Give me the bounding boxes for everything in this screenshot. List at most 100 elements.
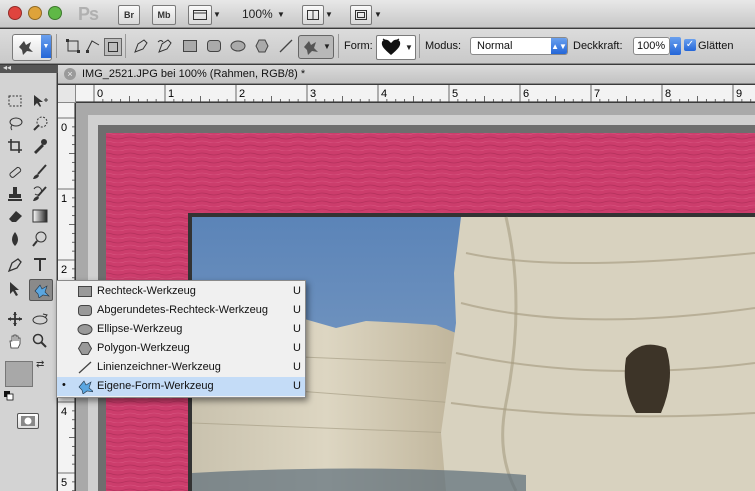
screen-mode-dropdown-icon[interactable]: ▼	[374, 10, 382, 19]
screen-mode-button[interactable]	[350, 5, 372, 25]
document-tab[interactable]: × IMG_2521.JPG bei 100% (Rahmen, RGB/8) …	[58, 65, 755, 84]
type-tool-icon[interactable]	[29, 255, 51, 275]
menu-item-shortcut: U	[293, 285, 301, 297]
blend-mode-select[interactable]: Normal ▲▼	[470, 37, 568, 55]
healing-brush-icon[interactable]	[4, 162, 26, 182]
zoom-tool-icon[interactable]	[29, 331, 51, 351]
gradient-tool-icon[interactable]	[29, 206, 51, 226]
marquee-tool-icon[interactable]	[4, 91, 26, 111]
move-tool-icon[interactable]	[29, 91, 51, 111]
3d-orbit-icon[interactable]	[29, 309, 51, 329]
left-ruler-label: 0	[61, 122, 67, 134]
foreground-color-swatch[interactable]	[5, 361, 33, 387]
pen-tool-icon[interactable]	[133, 38, 149, 54]
eyedropper-icon[interactable]	[29, 136, 51, 156]
menu-item-custom-shape-tool[interactable]: • Eigene-Form-Werkzeug U	[57, 377, 305, 396]
rounded-rectangle-shape-icon[interactable]	[206, 38, 222, 54]
glaetten-checkbox[interactable]: ✓	[684, 39, 696, 51]
separator	[338, 34, 339, 58]
form-label: Form:	[344, 40, 373, 52]
top-ruler-label: 3	[310, 88, 316, 100]
application-bar: Ps Br Mb ▼ 100% ▼ ▼ ▼	[0, 0, 755, 28]
3d-rotate-icon[interactable]	[4, 309, 26, 329]
default-colors-icon[interactable]	[4, 391, 14, 401]
menu-item-shortcut: U	[293, 361, 301, 373]
left-ruler-label: 1	[61, 193, 67, 205]
top-ruler-label: 7	[594, 88, 600, 100]
hand-tool-icon[interactable]	[4, 331, 26, 351]
shape-layers-icon[interactable]	[65, 38, 81, 54]
menu-item-line-tool[interactable]: Linienzeichner-Werkzeug U	[57, 358, 305, 377]
lasso-tool-icon[interactable]	[4, 114, 26, 134]
custom-shape-icon	[304, 41, 318, 55]
paths-icon[interactable]	[85, 38, 101, 54]
top-ruler-label: 4	[381, 88, 387, 100]
dodge-tool-icon[interactable]	[29, 229, 51, 249]
fill-pixels-icon[interactable]	[104, 38, 122, 56]
close-window-button[interactable]	[8, 6, 22, 20]
top-ruler-ticks: 0 1 2 3 4 5 6 7 8 9	[93, 85, 752, 102]
menu-item-polygon-tool[interactable]: Polygon-Werkzeug U	[57, 339, 305, 358]
top-ruler-label: 1	[168, 88, 174, 100]
menu-item-rounded-rectangle-tool[interactable]: Abgerundetes-Rechteck-Werkzeug U	[57, 301, 305, 320]
swap-colors-icon[interactable]: ⇄	[36, 359, 44, 370]
left-ruler-label: 4	[61, 406, 67, 418]
crop-tool-icon[interactable]	[4, 136, 26, 156]
bridge-button[interactable]: Br	[118, 5, 140, 25]
eraser-tool-icon[interactable]	[4, 206, 26, 226]
menu-item-ellipse-tool[interactable]: Ellipse-Werkzeug U	[57, 320, 305, 339]
brush-tool-icon[interactable]	[29, 162, 51, 182]
menu-item-label: Linienzeichner-Werkzeug	[97, 361, 221, 373]
minimize-window-button[interactable]	[28, 6, 42, 20]
clone-stamp-icon[interactable]	[4, 184, 26, 204]
arrange-documents-button[interactable]	[302, 5, 324, 25]
menu-item-shortcut: U	[293, 342, 301, 354]
view-extras-dropdown-icon[interactable]: ▼	[213, 10, 221, 19]
opacity-field[interactable]: 100%	[633, 37, 670, 55]
zoom-window-button[interactable]	[48, 6, 62, 20]
history-brush-icon[interactable]	[29, 184, 51, 204]
tool-preset-picker[interactable]: ▼	[12, 34, 52, 61]
custom-shape-icon	[34, 284, 50, 298]
tool-preset-dropdown-icon: ▼	[41, 35, 51, 58]
ellipse-shape-icon[interactable]	[230, 38, 246, 54]
separator	[125, 34, 126, 58]
zoom-dropdown-icon[interactable]: ▼	[277, 10, 285, 19]
top-ruler-label: 5	[452, 88, 458, 100]
ruler-origin[interactable]	[58, 85, 76, 103]
top-ruler: 0 1 2 3 4 5 6 7 8 9	[58, 85, 755, 102]
blur-tool-icon[interactable]	[4, 229, 26, 249]
arrange-dropdown-icon[interactable]: ▼	[325, 10, 333, 19]
heart-shape-icon	[381, 38, 401, 55]
collapse-panel-icon[interactable]: ◂◂	[3, 63, 11, 72]
menu-item-rectangle-tool[interactable]: Rechteck-Werkzeug U	[57, 282, 305, 301]
menu-item-shortcut: U	[293, 323, 301, 335]
view-extras-icon	[193, 10, 207, 20]
opacity-dropdown-icon[interactable]: ▼	[670, 37, 681, 55]
zoom-level[interactable]: 100%	[242, 7, 273, 21]
form-shape-picker[interactable]: ▼	[376, 35, 416, 60]
close-document-icon[interactable]: ×	[64, 68, 76, 80]
freeform-pen-icon[interactable]	[157, 38, 173, 54]
custom-shape-tool-button[interactable]	[29, 279, 53, 301]
menu-item-label: Ellipse-Werkzeug	[97, 323, 183, 335]
path-selection-icon[interactable]	[4, 279, 26, 299]
quick-selection-icon[interactable]	[29, 114, 51, 134]
rectangle-icon	[77, 285, 93, 298]
menu-item-shortcut: U	[293, 380, 301, 392]
custom-shape-icon	[77, 380, 93, 394]
pen-tool-sidebar-icon[interactable]	[4, 255, 26, 275]
rectangle-shape-icon[interactable]	[182, 38, 198, 54]
tools-panel: ⇄	[0, 73, 57, 491]
quick-mask-icon	[21, 416, 35, 426]
select-arrows-icon: ▲▼	[551, 38, 567, 54]
polygon-shape-icon[interactable]	[254, 38, 270, 54]
quick-mask-button[interactable]	[17, 413, 39, 429]
line-shape-icon[interactable]	[278, 38, 294, 54]
menu-item-label: Eigene-Form-Werkzeug	[97, 380, 214, 392]
view-extras-button[interactable]	[188, 5, 212, 25]
menu-item-label: Rechteck-Werkzeug	[97, 285, 196, 297]
mini-bridge-button[interactable]: Mb	[152, 5, 176, 25]
ellipse-icon	[77, 323, 93, 336]
custom-shape-button[interactable]: ▼	[298, 35, 334, 59]
